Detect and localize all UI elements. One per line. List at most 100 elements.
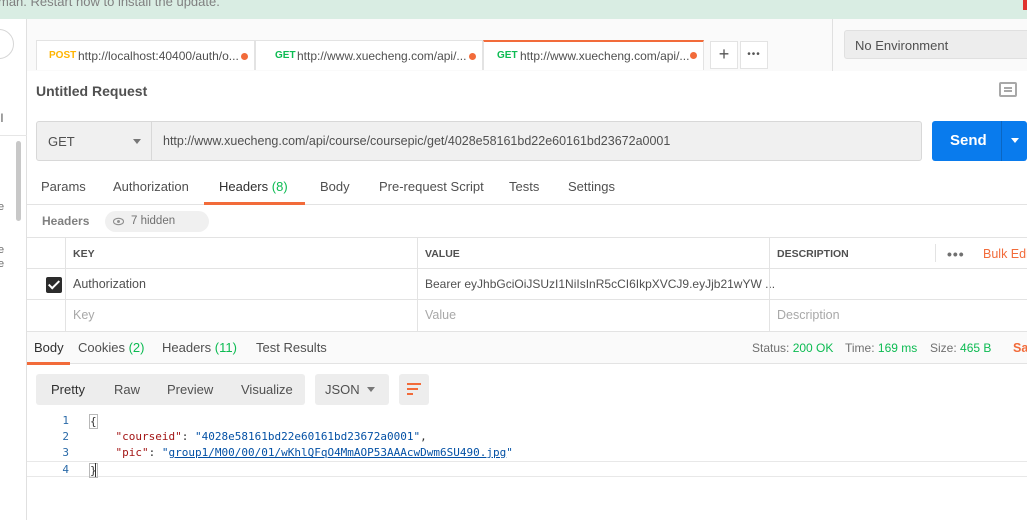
- eye-icon: [113, 217, 124, 226]
- request-tab[interactable]: GET http://www.xuecheng.com/api/...: [255, 40, 483, 70]
- new-key-input[interactable]: Key: [65, 300, 418, 331]
- send-button-label: Send: [950, 132, 987, 149]
- url-bar: GET http://www.xuecheng.com/api/course/c…: [36, 121, 922, 161]
- time-value: 169 ms: [877, 341, 918, 355]
- new-tab-button[interactable]: +: [710, 41, 738, 69]
- headers-section-label: Headers: [42, 214, 90, 228]
- view-mode-selector: Pretty Raw Preview Visualize: [36, 374, 305, 405]
- banner-close-button[interactable]: [1023, 0, 1027, 10]
- format-select-value: JSON: [325, 382, 360, 397]
- size-value: 465 B: [960, 341, 992, 355]
- response-tab-headers[interactable]: Headers (11): [162, 340, 237, 355]
- header-key-text: Authorization: [73, 277, 146, 291]
- response-tab-test-results[interactable]: Test Results: [256, 340, 327, 355]
- status-value: 200 OK: [792, 341, 834, 355]
- tab-options-button[interactable]: •••: [740, 41, 768, 69]
- response-tab-cookies-label: Cookies: [78, 340, 125, 355]
- update-banner: man. Restart now to install the update.: [0, 0, 1027, 19]
- json-key: "pic": [115, 446, 149, 459]
- response-tab-body[interactable]: Body: [34, 340, 64, 355]
- format-select[interactable]: JSON: [315, 374, 389, 405]
- json-separator: :: [148, 446, 162, 459]
- sidebar-scrollbar[interactable]: [16, 141, 21, 221]
- url-input[interactable]: http://www.xuecheng.com/api/course/cours…: [163, 134, 670, 148]
- tab-body[interactable]: Body: [320, 179, 350, 194]
- view-raw-button[interactable]: Raw: [114, 382, 140, 397]
- method-select[interactable]: GET: [37, 122, 152, 160]
- unsaved-dot-icon: [469, 53, 476, 60]
- code-line: 1 {: [27, 413, 1027, 429]
- response-tab-headers-count: (11): [214, 340, 237, 355]
- code-text: "courseid": "4028e58161bd22e60161bd23672…: [89, 430, 427, 443]
- json-quote: ": [161, 446, 169, 459]
- code-text: }: [89, 463, 98, 478]
- text-cursor: [95, 463, 96, 477]
- response-tab-headers-label: Headers: [162, 340, 212, 355]
- save-response-button[interactable]: Sa: [1013, 341, 1027, 355]
- line-number: 4: [62, 463, 69, 476]
- tab-tests[interactable]: Tests: [509, 179, 539, 194]
- code-line: 3 "pic": "group1/M00/00/01/wKhlQFqO4MmAO…: [27, 445, 1027, 461]
- view-pretty-button[interactable]: Pretty: [51, 382, 85, 397]
- response-tab-cookies[interactable]: Cookies (2): [78, 340, 144, 355]
- wrap-icon-line: [407, 383, 421, 385]
- time-label: Time:: [845, 341, 875, 355]
- line-number: 2: [62, 430, 69, 443]
- tab-headers-count: (8): [271, 179, 288, 194]
- json-link-value[interactable]: group1/M00/00/01/wKhlQFqO4MmAOP53AAAcwDw…: [169, 446, 507, 459]
- bulk-edit-link[interactable]: Bulk Edi: [983, 247, 1027, 261]
- new-key-placeholder: Key: [73, 308, 95, 322]
- request-tab[interactable]: POST http://localhost:40400/auth/o...: [36, 40, 255, 70]
- column-key-label: KEY: [73, 248, 95, 260]
- response-bar: Body Cookies (2) Headers (11) Test Resul…: [27, 331, 1027, 365]
- environment-divider: [832, 19, 833, 71]
- code-text: {: [89, 414, 98, 429]
- header-enabled-checkbox[interactable]: [46, 277, 62, 293]
- request-subtabs: Params Authorization Headers (8) Body Pr…: [27, 172, 1027, 205]
- header-value-cell[interactable]: Bearer eyJhbGciOiJSUzI1NiIsInR5cCI6IkpXV…: [417, 269, 775, 300]
- headers-section: Headers 7 hidden: [27, 205, 1027, 238]
- column-header-key: KEY: [65, 238, 418, 269]
- header-description-cell[interactable]: [769, 269, 1027, 300]
- tab-url: http://www.xuecheng.com/api/...: [520, 49, 690, 63]
- new-value-input[interactable]: Value: [417, 300, 769, 331]
- wrap-lines-button[interactable]: [399, 374, 429, 405]
- send-button[interactable]: Send: [932, 121, 1027, 161]
- chevron-down-icon: [367, 387, 375, 392]
- hidden-headers-toggle[interactable]: 7 hidden: [105, 211, 209, 232]
- tab-method: POST: [49, 50, 77, 61]
- request-tab-active[interactable]: GET http://www.xuecheng.com/api/...: [483, 40, 704, 70]
- tab-authorization[interactable]: Authorization: [113, 179, 189, 194]
- view-preview-button[interactable]: Preview: [167, 382, 213, 397]
- view-visualize-button[interactable]: Visualize: [241, 382, 293, 397]
- send-divider: [1001, 121, 1002, 161]
- tab-params[interactable]: Params: [41, 179, 86, 194]
- json-comma: ,: [420, 430, 427, 443]
- new-description-input[interactable]: Description: [769, 300, 1027, 331]
- tab-prerequest-script[interactable]: Pre-request Script: [379, 179, 484, 194]
- response-time: Time: 169 ms: [845, 341, 917, 355]
- response-size: Size: 465 B: [930, 341, 991, 355]
- comment-icon[interactable]: [999, 82, 1017, 97]
- sidebar-all-label[interactable]: ll: [0, 111, 3, 125]
- sidebar-search-button[interactable]: [0, 29, 14, 59]
- tab-settings[interactable]: Settings: [568, 179, 615, 194]
- environment-select[interactable]: No Environment: [844, 30, 1027, 59]
- json-separator: :: [181, 430, 195, 443]
- header-key-cell[interactable]: Authorization: [65, 269, 418, 300]
- tab-headers[interactable]: Headers (8): [219, 179, 288, 194]
- line-number: 1: [62, 414, 69, 427]
- code-line: 2 "courseid": "4028e58161bd22e60161bd236…: [27, 429, 1027, 445]
- chevron-down-icon: [133, 139, 141, 144]
- unsaved-dot-icon: [690, 52, 697, 59]
- table-options-button[interactable]: •••: [947, 246, 965, 262]
- tab-url: http://www.xuecheng.com/api/...: [297, 49, 467, 63]
- request-title[interactable]: Untitled Request: [36, 83, 147, 99]
- sidebar-text-fragment: e: [0, 258, 5, 270]
- send-options-chevron-icon[interactable]: [1011, 138, 1019, 143]
- column-divider: [935, 244, 936, 262]
- line-number: 3: [62, 446, 69, 459]
- new-value-placeholder: Value: [425, 308, 457, 322]
